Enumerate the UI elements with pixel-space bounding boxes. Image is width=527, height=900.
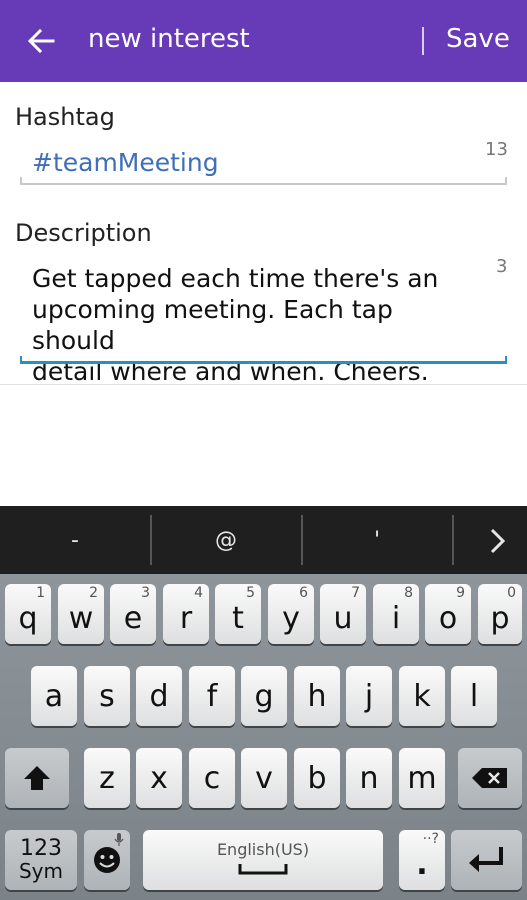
emoji-key[interactable] [84, 830, 130, 890]
suggestion-item[interactable]: ' [302, 506, 452, 574]
backspace-key[interactable] [458, 748, 522, 808]
description-input-underline [20, 356, 507, 364]
key-g[interactable]: g [241, 666, 287, 726]
appbar-divider [422, 27, 424, 55]
key-w[interactable]: 2w [58, 584, 104, 644]
key-c[interactable]: c [189, 748, 235, 808]
key-k[interactable]: k [399, 666, 445, 726]
suggestion-item[interactable]: @ [151, 506, 301, 574]
backspace-icon [472, 768, 507, 788]
shift-arrow-icon [24, 766, 50, 790]
key-t[interactable]: 5t [215, 584, 261, 644]
period-key[interactable]: ··? . [399, 830, 445, 890]
chevron-right-icon[interactable] [486, 528, 508, 554]
key-s[interactable]: s [84, 666, 130, 726]
key-o[interactable]: 9o [425, 584, 471, 644]
form-divider [0, 384, 527, 385]
description-line: upcoming meeting. Each tap should [32, 295, 393, 355]
microphone-icon [114, 833, 124, 846]
key-u[interactable]: 7u [320, 584, 366, 644]
key-l[interactable]: l [451, 666, 497, 726]
key-f[interactable]: f [189, 666, 235, 726]
description-line: Get tapped each time there's an [32, 264, 439, 293]
key-j[interactable]: j [346, 666, 392, 726]
smiley-icon [94, 847, 120, 873]
description-char-counter: 3 [496, 256, 508, 277]
hashtag-input[interactable]: #teamMeeting [32, 148, 219, 177]
app-bar: new interest Save [0, 0, 527, 82]
key-a[interactable]: a [31, 666, 77, 726]
hashtag-char-counter: 13 [485, 139, 508, 160]
back-arrow-icon[interactable] [26, 26, 56, 56]
enter-key[interactable] [451, 830, 522, 890]
key-m[interactable]: m [399, 748, 445, 808]
key-d[interactable]: d [136, 666, 182, 726]
page-title: new interest [88, 24, 250, 54]
key-n[interactable]: n [346, 748, 392, 808]
key-q[interactable]: 1q [5, 584, 51, 644]
keyboard-suggestion-strip: - @ ' [0, 506, 527, 574]
hashtag-label: Hashtag [15, 103, 115, 131]
hashtag-input-underline [20, 177, 507, 185]
spacebar-icon [238, 863, 288, 874]
save-button[interactable]: Save [446, 24, 510, 54]
symbols-key[interactable]: 123 Sym [5, 830, 77, 890]
shift-key[interactable] [5, 748, 69, 808]
description-input[interactable]: Get tapped each time there's an upcoming… [32, 263, 482, 387]
soft-keyboard: 1q 2w 3e 4r 5t 6y 7u 8i 9o 0p a s d f g … [0, 574, 527, 900]
description-label: Description [15, 219, 152, 247]
key-y[interactable]: 6y [268, 584, 314, 644]
key-p[interactable]: 0p [478, 584, 522, 644]
key-r[interactable]: 4r [163, 584, 209, 644]
key-e[interactable]: 3e [110, 584, 156, 644]
space-key[interactable]: English(US) [143, 830, 383, 890]
key-x[interactable]: x [136, 748, 182, 808]
suggestion-item[interactable]: - [0, 506, 150, 574]
key-b[interactable]: b [294, 748, 340, 808]
enter-arrow-icon [468, 847, 503, 872]
key-h[interactable]: h [294, 666, 340, 726]
suggestion-divider [452, 515, 454, 565]
key-i[interactable]: 8i [373, 584, 419, 644]
key-v[interactable]: v [241, 748, 287, 808]
key-z[interactable]: z [84, 748, 130, 808]
